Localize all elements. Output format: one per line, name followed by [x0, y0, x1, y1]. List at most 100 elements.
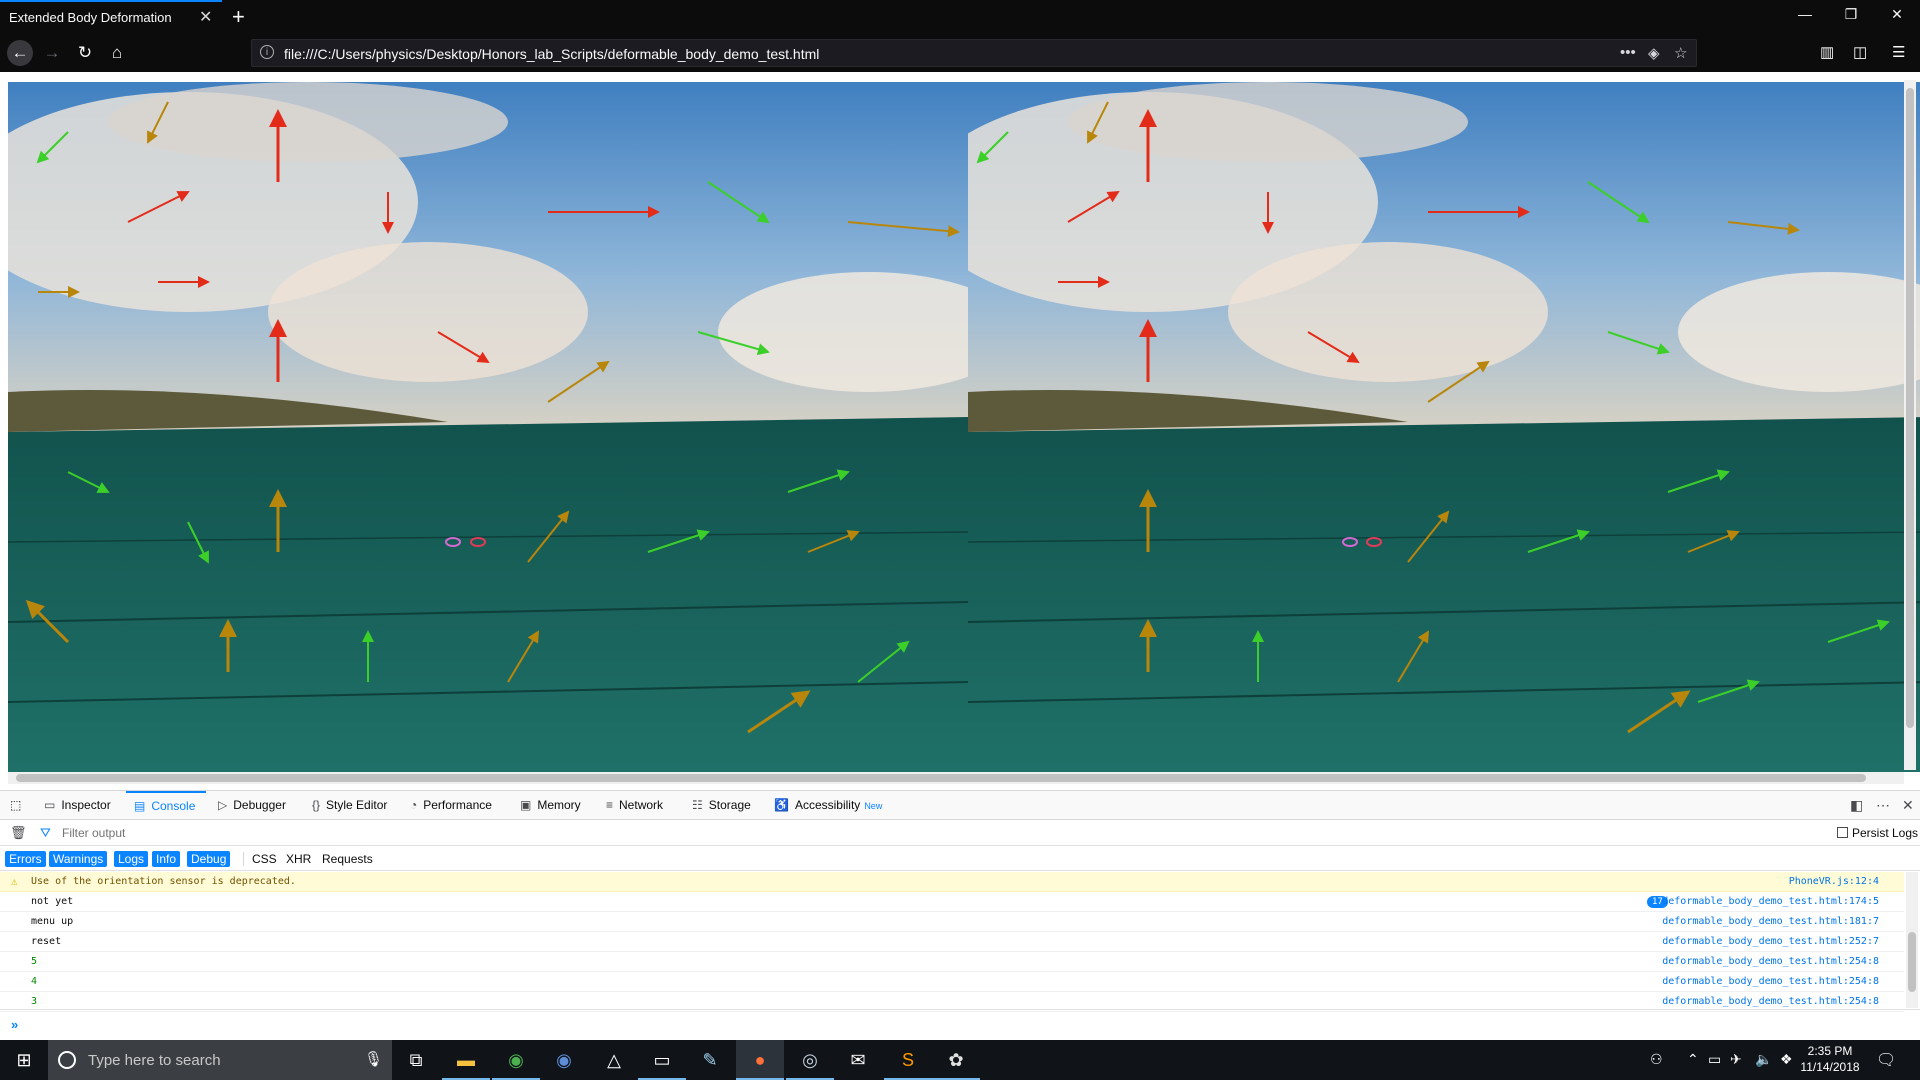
taskbar-clock[interactable]: 2:35 PM 11/14/2018	[1798, 1043, 1862, 1075]
tab-performance[interactable]: ◔ Performance	[410, 791, 492, 820]
forward-button[interactable]: →	[40, 42, 64, 64]
browser-tab[interactable]: Extended Body Deformation ✕	[0, 0, 222, 34]
message-source-link[interactable]: deformable_body_demo_test.html:252:7	[1662, 936, 1879, 947]
menu-icon[interactable]: ☰	[1892, 43, 1905, 61]
filter-errors-button[interactable]: Errors	[5, 851, 46, 867]
drive-button[interactable]: △	[590, 1040, 638, 1080]
chrome-button[interactable]: ◉	[492, 1040, 540, 1080]
message-text: 3	[31, 996, 38, 1007]
url-text[interactable]: file:///C:/Users/physics/Desktop/Honors_…	[284, 46, 819, 62]
devtools-options-icon[interactable]: ⋯	[1876, 797, 1890, 814]
volume-icon[interactable]: 🔈	[1755, 1051, 1772, 1068]
firefox-button[interactable]: ●	[736, 1040, 784, 1080]
task-view-button[interactable]: ⧉	[392, 1040, 440, 1080]
file-explorer-button[interactable]: ▬	[442, 1040, 490, 1080]
message-source-link[interactable]: deformable_body_demo_test.html:181:7	[1662, 916, 1879, 927]
url-bar[interactable]: i file:///C:/Users/physics/Desktop/Honor…	[251, 39, 1697, 67]
console-message: 5 deformable_body_demo_test.html:254:8	[0, 952, 1904, 972]
message-source-link[interactable]: deformable_body_demo_test.html:254:8	[1662, 956, 1879, 967]
home-button[interactable]: ⌂	[105, 42, 129, 64]
file-explorer-icon: ▬	[457, 1050, 475, 1070]
sublime-text-icon: S	[901, 1050, 914, 1070]
checkbox-box[interactable]	[1837, 827, 1848, 838]
tab-storage[interactable]: ☷ Storage	[692, 791, 751, 820]
console-message: reset deformable_body_demo_test.html:252…	[0, 932, 1904, 952]
network-icon: ≡	[606, 798, 614, 812]
close-devtools-icon[interactable]: ✕	[1902, 797, 1914, 814]
minimize-button[interactable]: —	[1790, 6, 1820, 22]
vr-left-eye-view[interactable]	[8, 82, 968, 772]
accessibility-icon: ♿	[774, 798, 789, 812]
console-command-input[interactable]	[30, 1016, 1830, 1032]
tab-inspector[interactable]: ▭ Inspector	[44, 791, 111, 820]
persist-logs-checkbox[interactable]: Persist Logs	[1837, 826, 1918, 840]
dropbox-icon[interactable]: ❖	[1780, 1051, 1793, 1068]
vr-right-eye-view[interactable]	[968, 82, 1920, 772]
close-window-button[interactable]: ✕	[1882, 6, 1912, 23]
close-tab-icon[interactable]: ✕	[199, 7, 212, 27]
airplane-mode-icon[interactable]: ✈	[1730, 1051, 1742, 1068]
horizontal-scrollbar-thumb[interactable]	[16, 774, 1866, 782]
steam-button[interactable]: ◎	[786, 1040, 834, 1080]
tab-accessibility[interactable]: ♿ Accessibility New	[774, 791, 882, 820]
filter-info-button[interactable]: Info	[152, 851, 181, 867]
action-center-icon[interactable]: 🗨	[1876, 1050, 1896, 1070]
microphone-icon[interactable]: 🎙	[364, 1050, 383, 1068]
taskbar-search-box[interactable]: Type here to search 🎙	[48, 1040, 392, 1080]
tab-memory[interactable]: ▣ Memory	[520, 791, 581, 820]
message-text: not yet	[31, 896, 74, 907]
sidebar-icon[interactable]: ◫	[1853, 43, 1867, 61]
filter-toggle-icon[interactable]: ⛛	[40, 825, 51, 841]
firefox-icon: ●	[754, 1050, 766, 1070]
filter-divider	[243, 852, 244, 866]
tab-network[interactable]: ≡ Network	[606, 791, 663, 820]
new-tab-button[interactable]: +	[232, 4, 245, 30]
restore-button[interactable]: ❐	[1836, 6, 1866, 23]
filter-debug-button[interactable]: Debug	[187, 851, 231, 867]
page-horizontal-scrollbar[interactable]	[8, 772, 1904, 784]
filter-warnings-button[interactable]: Warnings	[49, 851, 108, 867]
page-info-icon[interactable]: i	[260, 45, 274, 59]
console-scrollbar[interactable]	[1906, 872, 1918, 1008]
message-source-link[interactable]: deformable_body_demo_test.html:254:8	[1662, 976, 1879, 987]
inspector-icon: ▭	[44, 798, 56, 812]
filter-output-input[interactable]	[62, 824, 662, 842]
storage-icon: ☷	[692, 798, 703, 812]
filter-xhr-button[interactable]: XHR	[282, 851, 315, 867]
page-actions-icon[interactable]: •••	[1620, 44, 1636, 61]
show-hidden-icons-icon[interactable]: ⌃	[1687, 1051, 1699, 1068]
terminal-button[interactable]: ▭	[638, 1040, 686, 1080]
console-input-row: »	[0, 1009, 1920, 1039]
filter-logs-button[interactable]: Logs	[114, 851, 149, 867]
clear-console-icon[interactable]: 🗑	[10, 825, 27, 841]
notepad-button[interactable]: ✎	[686, 1040, 734, 1080]
library-icon[interactable]: ▥	[1820, 43, 1834, 61]
filter-css-button[interactable]: CSS	[248, 851, 281, 867]
start-button[interactable]: ⊞	[0, 1040, 48, 1080]
battery-icon[interactable]: ▭	[1708, 1051, 1721, 1068]
reload-button[interactable]: ↻	[73, 42, 97, 64]
sublime-text-button[interactable]: S	[884, 1040, 932, 1080]
message-source-link[interactable]: deformable_body_demo_test.html:254:8	[1662, 996, 1879, 1007]
tab-console[interactable]: ▤ Console	[126, 791, 206, 820]
console-scrollbar-thumb[interactable]	[1908, 932, 1916, 992]
message-text: menu up	[31, 916, 74, 927]
vertical-scrollbar-thumb[interactable]	[1906, 88, 1914, 728]
paint-button[interactable]: ✿	[932, 1040, 980, 1080]
pocket-icon[interactable]: ◈	[1648, 44, 1660, 62]
chromium-button[interactable]: ◉	[540, 1040, 588, 1080]
mail-button[interactable]: ✉	[834, 1040, 882, 1080]
people-icon[interactable]: ⚇	[1650, 1051, 1663, 1068]
bookmark-star-icon[interactable]: ☆	[1674, 44, 1687, 62]
message-source-link[interactable]: PhoneVR.js:12:4	[1789, 876, 1879, 887]
console-output: ⚠ Use of the orientation sensor is depre…	[0, 872, 1904, 1012]
dock-side-icon[interactable]: ◧	[1850, 797, 1863, 814]
page-vertical-scrollbar[interactable]	[1904, 80, 1916, 770]
tab-style-editor[interactable]: {} Style Editor	[312, 791, 387, 820]
message-source-link[interactable]: deformable_body_demo_test.html:174:5	[1662, 896, 1879, 907]
element-picker-icon[interactable]: ⬚	[10, 791, 21, 820]
tab-debugger[interactable]: ▷ Debugger	[218, 791, 286, 820]
back-button[interactable]: ←	[7, 40, 33, 66]
filter-requests-button[interactable]: Requests	[318, 851, 377, 867]
console-message: not yet 17 deformable_body_demo_test.htm…	[0, 892, 1904, 912]
